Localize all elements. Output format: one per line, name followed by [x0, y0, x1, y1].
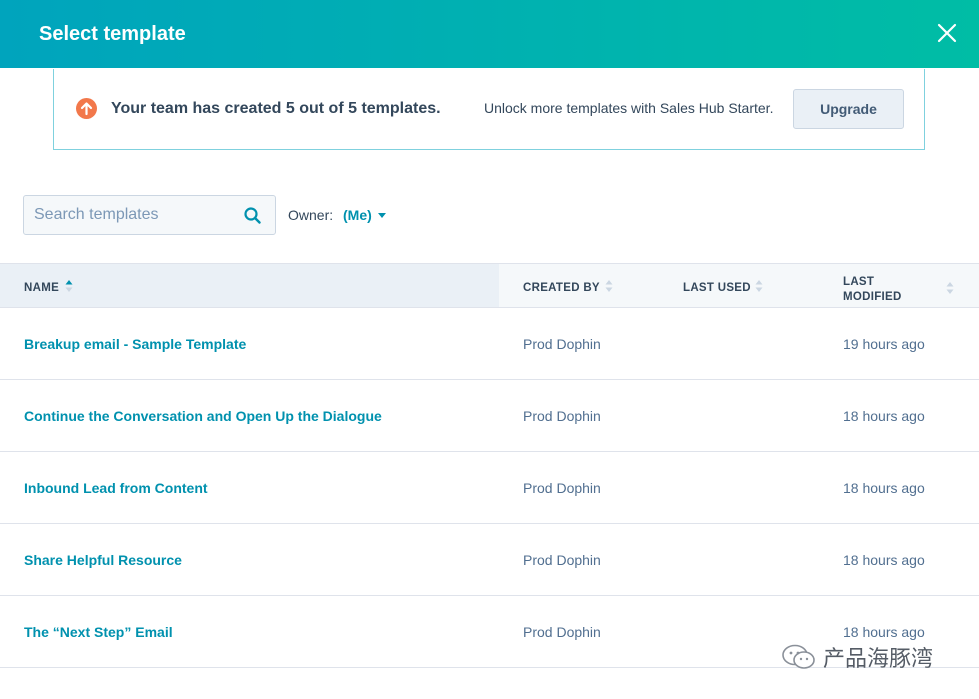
modal-title: Select template [39, 22, 186, 45]
last-modified-cell: 18 hours ago [843, 552, 925, 568]
column-used-label: LAST USED [683, 282, 751, 294]
close-button[interactable] [937, 23, 957, 43]
last-modified-cell: 18 hours ago [843, 480, 925, 496]
table-row: Share Helpful Resource Prod Dophin 18 ho… [0, 524, 979, 596]
arrow-up-circle-icon [76, 98, 97, 119]
table-row: Inbound Lead from Content Prod Dophin 18… [0, 452, 979, 524]
sorted-column-highlight [0, 264, 499, 307]
column-modified-label-line1: LAST [843, 276, 875, 288]
table-header: NAME CREATED BY LAST USED LAST MODIFIED [0, 263, 979, 308]
template-name-link[interactable]: Breakup email - Sample Template [24, 336, 246, 352]
created-by-cell: Prod Dophin [523, 552, 601, 568]
watermark-text: 产品海豚湾 [823, 647, 934, 672]
created-by-cell: Prod Dophin [523, 408, 601, 424]
owner-value: (Me) [343, 207, 372, 223]
owner-dropdown[interactable]: (Me) [343, 207, 386, 223]
created-by-cell: Prod Dophin [523, 336, 601, 352]
table-row: Continue the Conversation and Open Up th… [0, 380, 979, 452]
last-modified-cell: 19 hours ago [843, 336, 925, 352]
template-name-link[interactable]: Inbound Lead from Content [24, 480, 208, 496]
created-by-cell: Prod Dophin [523, 624, 601, 640]
search-input[interactable] [24, 196, 234, 234]
template-name-link[interactable]: Share Helpful Resource [24, 552, 182, 568]
column-created-label: CREATED BY [523, 282, 600, 294]
column-header-created-by[interactable]: CREATED BY [523, 280, 613, 294]
sort-ascending-icon [65, 280, 73, 292]
column-name-label: NAME [24, 282, 60, 294]
created-by-cell: Prod Dophin [523, 480, 601, 496]
column-header-name[interactable]: NAME [24, 280, 73, 294]
wechat-icon [782, 644, 815, 669]
watermark: 产品海豚湾 [781, 641, 933, 673]
template-name-link[interactable]: Continue the Conversation and Open Up th… [24, 408, 382, 424]
column-header-last-modified[interactable]: LAST MODIFIED [843, 275, 954, 305]
search-box [23, 195, 276, 235]
column-header-last-used[interactable]: LAST USED [683, 280, 763, 294]
caret-down-icon [377, 212, 386, 218]
search-icon[interactable] [244, 207, 261, 224]
column-modified-label-line2: MODIFIED [843, 291, 902, 303]
owner-label: Owner: [288, 207, 334, 223]
limit-banner: Your team has created 5 out of 5 templat… [53, 69, 925, 150]
templates-table: NAME CREATED BY LAST USED LAST MODIFIED [0, 263, 979, 668]
banner-message: Unlock more templates with Sales Hub Sta… [484, 100, 774, 116]
modal-header: Select template [0, 0, 979, 68]
close-icon [937, 23, 957, 43]
sort-icon [755, 280, 763, 292]
upgrade-button[interactable]: Upgrade [793, 89, 904, 129]
last-modified-cell: 18 hours ago [843, 408, 925, 424]
last-modified-cell: 18 hours ago [843, 624, 925, 640]
sort-icon [605, 280, 613, 292]
template-name-link[interactable]: The “Next Step” Email [24, 624, 173, 640]
table-row: Breakup email - Sample Template Prod Dop… [0, 308, 979, 380]
sort-icon [946, 282, 954, 294]
banner-headline: Your team has created 5 out of 5 templat… [111, 100, 441, 117]
